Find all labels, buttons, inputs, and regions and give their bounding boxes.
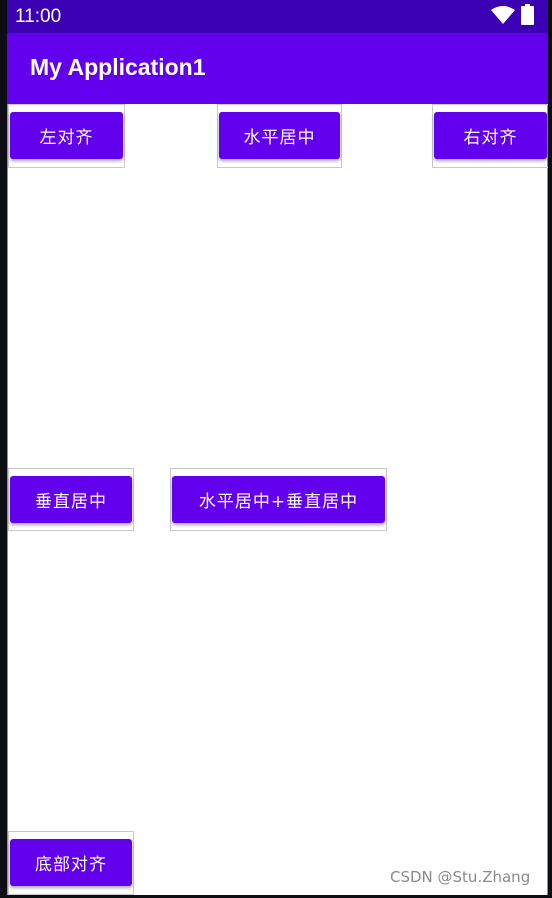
center-vertical-button[interactable]: 垂直居中: [10, 476, 132, 523]
wifi-icon: [491, 6, 515, 24]
app-title: My Application1: [30, 54, 206, 80]
status-bar: 11:00: [7, 0, 548, 33]
content-area: 左对齐 水平居中 右对齐 垂直居中 水平居中+垂直居中 底部对齐: [7, 104, 548, 895]
center-horizontal-button[interactable]: 水平居中: [219, 112, 340, 159]
app-bar: My Application1: [7, 33, 548, 104]
align-left-button[interactable]: 左对齐: [10, 112, 123, 159]
center-both-button[interactable]: 水平居中+垂直居中: [172, 476, 385, 523]
status-time: 11:00: [15, 6, 62, 27]
battery-icon: [521, 4, 534, 25]
watermark: CSDN @Stu.Zhang: [390, 868, 531, 886]
align-bottom-button[interactable]: 底部对齐: [10, 839, 132, 886]
align-right-button[interactable]: 右对齐: [434, 112, 547, 159]
phone-screen: 11:00 My Application1 左对齐 水平居中 右对齐 垂直居中 …: [7, 0, 548, 895]
